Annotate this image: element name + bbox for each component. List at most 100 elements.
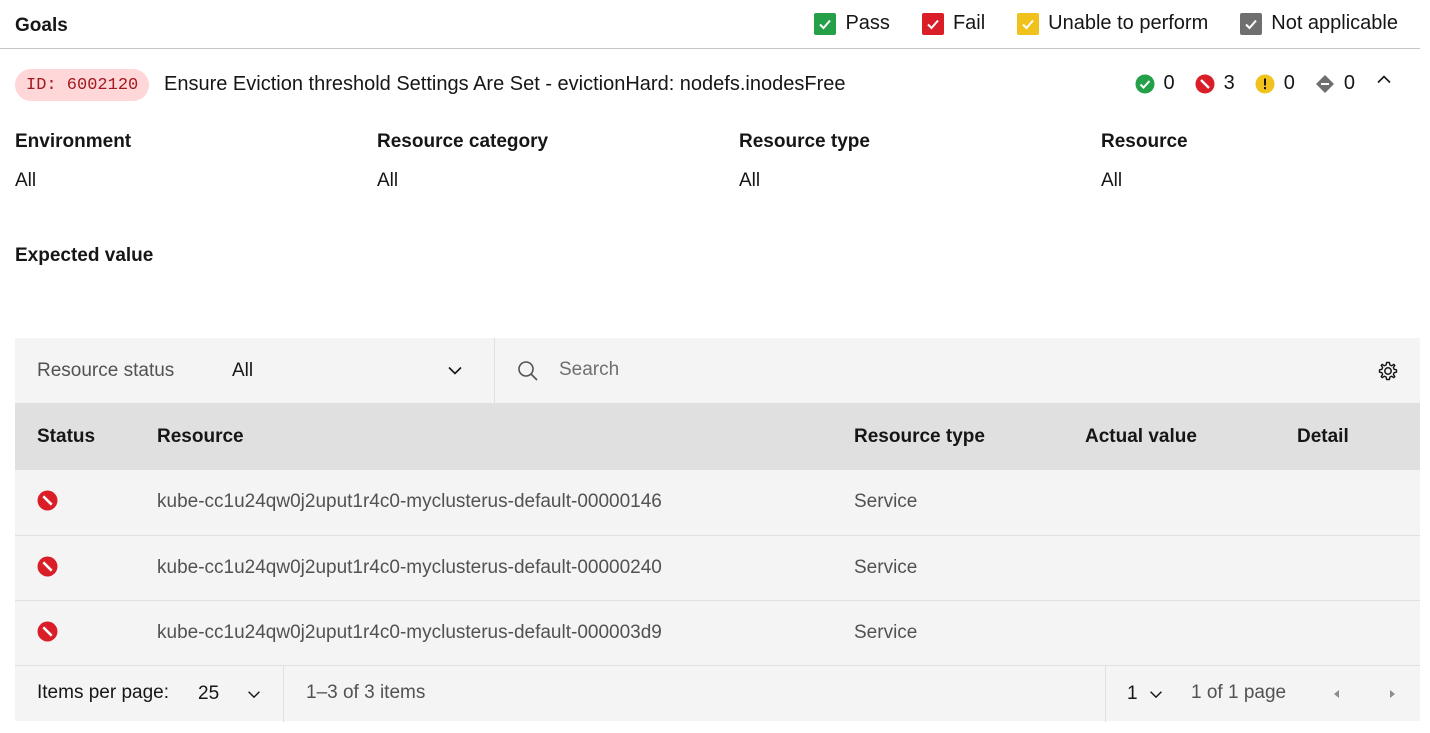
legend-unable-label: Unable to perform [1048,12,1209,34]
items-range: 1–3 of 3 items [306,682,426,703]
pagination-divider [283,666,284,722]
resource-type-cell: Service [854,621,918,643]
pass-count: 0 [1135,72,1175,95]
items-per-page-label: Items per page: [37,682,170,703]
not-applicable-count-value: 0 [1343,72,1355,94]
legend-unable[interactable]: Unable to perform [1017,12,1208,35]
diamond-icon [1315,74,1335,94]
fail-count: 3 [1195,72,1235,95]
checkbox-checked-icon[interactable] [921,12,944,35]
search-input[interactable] [559,352,1319,388]
items-per-page-select[interactable]: 25 [198,674,288,714]
table-toolbar: Resource status All [15,338,1420,403]
table-row[interactable]: kube-cc1u24qw0j2uput1r4c0-myclusterus-de… [15,470,1420,535]
resource-type-cell: Service [854,491,918,513]
meta-label: Resource category [377,131,549,152]
table-row[interactable]: kube-cc1u24qw0j2uput1r4c0-myclusterus-de… [15,535,1420,600]
header-resource-type[interactable]: Resource type [854,403,1085,470]
status-cell [15,600,157,665]
resource-status-label: Resource status [37,359,175,381]
page-select[interactable]: 1 [1127,674,1173,714]
legend-fail[interactable]: Fail [921,12,986,35]
search-box [495,338,1420,403]
header-actual-value[interactable]: Actual value [1085,403,1297,470]
goal-title: Ensure Eviction threshold Settings Are S… [164,73,846,95]
legend-fail-label: Fail [952,12,986,34]
detail-cell [1297,600,1420,665]
pass-count-value: 0 [1163,72,1175,94]
goal-scope: Environment All Resource category All Re… [15,131,1430,192]
resource-cell: kube-cc1u24qw0j2uput1r4c0-myclusterus-de… [157,556,662,578]
pagination-divider [1105,666,1106,722]
previous-page-button[interactable] [1321,678,1353,710]
checkbox-checked-icon[interactable] [1240,12,1263,35]
meta-value: All [739,170,761,191]
meta-resource: Resource All [1101,131,1430,192]
chevron-down-icon [1149,691,1162,699]
meta-label: Resource type [739,131,870,152]
meta-label: Resource [1101,131,1188,152]
detail-cell [1297,535,1420,600]
page-of-text: 1 of 1 page [1191,682,1287,703]
header-detail[interactable]: Detail [1297,403,1420,470]
chevron-up-icon[interactable] [1372,68,1396,92]
meta-resource-type: Resource type All [739,131,1101,192]
not-applicable-count: 0 [1315,72,1355,95]
actual-value-cell [1085,535,1297,600]
header-status[interactable]: Status [15,403,157,470]
table-header-row: Status Resource Resource type Actual val… [15,403,1420,470]
detail-cell [1297,470,1420,535]
chevron-down-icon [248,691,261,699]
meta-value: All [1101,170,1123,191]
legend-pass[interactable]: Pass [814,12,890,35]
meta-value: All [15,170,37,191]
status-cell [15,535,157,600]
unable-count: 0 [1255,72,1295,95]
pass-icon [1135,74,1155,94]
resource-type-cell: Service [854,556,918,578]
meta-resource-category: Resource category All [377,131,739,192]
resource-cell: kube-cc1u24qw0j2uput1r4c0-myclusterus-de… [157,621,662,643]
fail-icon [37,490,58,511]
checkbox-checked-icon[interactable] [814,12,837,35]
actual-value-cell [1085,600,1297,665]
next-page-button[interactable] [1376,678,1408,710]
caret-right-icon [1390,690,1395,698]
meta-label: Environment [15,131,132,152]
items-per-page-value: 25 [198,683,220,704]
fail-icon [37,556,58,576]
legend-not-applicable-label: Not applicable [1271,12,1398,34]
page-value: 1 [1127,683,1138,704]
status-legend: Pass Fail Unable to perform Not applicab… [782,12,1398,35]
header-resource[interactable]: Resource [157,403,854,470]
goal-id-tag: ID: 6002120 [15,69,150,101]
goals-title: Goals [15,15,68,36]
resource-cell: kube-cc1u24qw0j2uput1r4c0-myclusterus-de… [157,491,662,513]
resource-status-dropdown[interactable]: Resource status All [15,338,495,403]
meta-environment: Environment All [15,131,377,192]
chevron-down-icon [448,366,462,375]
status-cell [15,470,157,535]
data-table: Status Resource Resource type Actual val… [15,403,1420,665]
search-icon [518,361,538,381]
warning-icon [1255,74,1275,94]
resources-table: Resource status All Status Resource Reso… [15,338,1420,722]
expected-value-label: Expected value [15,245,154,266]
actual-value-cell [1085,470,1297,535]
checkbox-checked-icon[interactable] [1017,12,1040,35]
meta-value: All [377,170,399,191]
pagination: Items per page: 25 1–3 of 3 items 1 1 of… [15,665,1420,722]
fail-icon [37,621,58,641]
gear-icon[interactable] [1376,359,1400,383]
legend-not-applicable[interactable]: Not applicable [1240,12,1398,35]
goals-header: Goals Pass Fail Unable to perform Not ap… [0,0,1420,49]
fail-count-value: 3 [1223,72,1235,94]
unable-count-value: 0 [1283,72,1295,94]
table-row[interactable]: kube-cc1u24qw0j2uput1r4c0-myclusterus-de… [15,600,1420,665]
goal-row: ID: 6002120 Ensure Eviction threshold Se… [0,64,1420,104]
goal-status-counts: 0 3 0 0 [1115,72,1355,95]
legend-pass-label: Pass [845,12,890,34]
caret-left-icon [1334,690,1339,698]
resource-status-value: All [232,359,254,381]
fail-icon [1195,74,1215,94]
